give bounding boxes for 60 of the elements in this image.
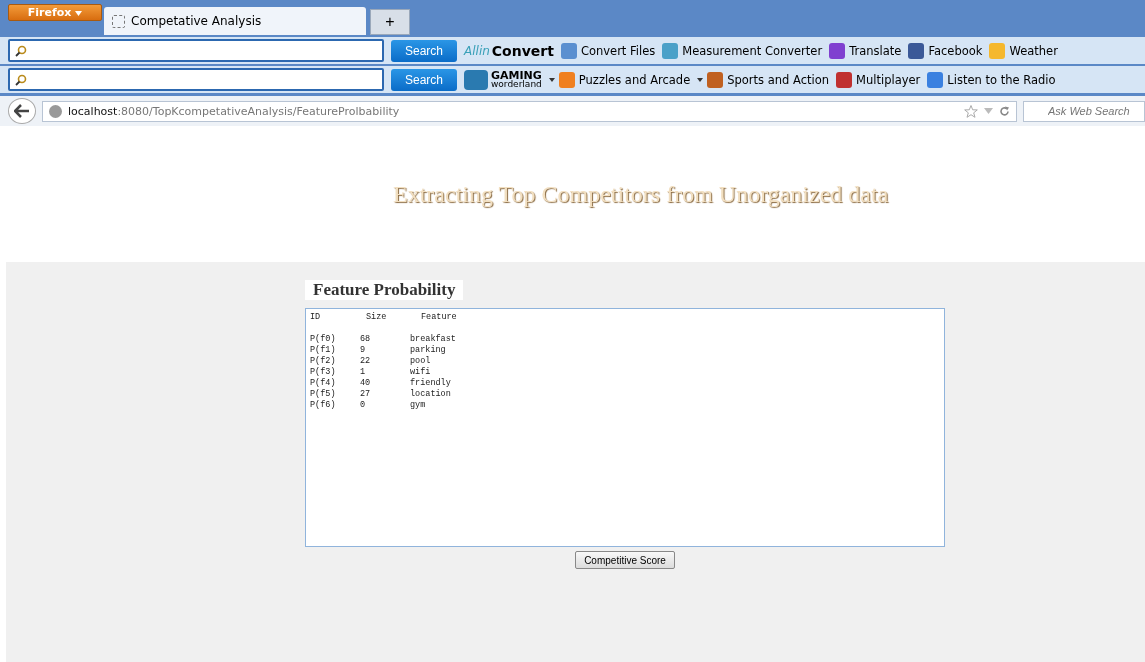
output-text-area[interactable]: ID Size Feature P(f0) 68 breakfast P(f1) 9 parking P(f2) 22 pool P(f3) 1 wifi P(f4) 40 friendly P(f5) 27 location P(f6) 0 gym (305, 308, 945, 547)
toolbar-logo[interactable]: Allin Convert (464, 42, 554, 59)
output-cell-text: P(f6) (310, 400, 337, 411)
toolbar-item[interactable]: Puzzles and Arcade (548, 71, 691, 88)
star-icon[interactable] (964, 104, 978, 118)
caret-icon (75, 11, 83, 16)
search-button[interactable]: Search (391, 39, 457, 62)
output-cell-text: P(f1) (310, 345, 337, 356)
output-cell-text: 27 (360, 389, 372, 400)
back-arrow-icon (14, 104, 30, 118)
output-cell-text: friendly (410, 378, 452, 389)
output-cell-text: gym (410, 400, 427, 411)
search-icon (14, 44, 28, 57)
new-tab-button[interactable]: + (370, 9, 410, 35)
output-cell-text: location (410, 389, 452, 400)
tab-title: Competative Analysis (131, 14, 262, 28)
toolbar-item[interactable]: Listen to the Radio (927, 71, 1056, 88)
competitive-score-button[interactable]: Competitive Score (575, 551, 675, 569)
search-button[interactable]: Search (391, 68, 457, 91)
section-title: Feature Probability (305, 280, 464, 300)
column-header: Feature (421, 312, 458, 323)
toolbar-item[interactable]: Translate (829, 42, 902, 59)
page-icon (112, 14, 125, 28)
column-header: Size (365, 312, 388, 323)
back-button[interactable] (8, 98, 36, 124)
output-cell-text: parking (410, 345, 447, 356)
output-cell-text: 9 (360, 345, 367, 356)
toolbar-item[interactable]: Facebook (908, 42, 983, 59)
output-cell-text: P(f5) (310, 389, 337, 400)
output-cell-text: 22 (360, 356, 372, 367)
caret-icon (548, 77, 555, 82)
globe-icon (49, 104, 62, 118)
toolbar-item[interactable]: Measurement Converter (662, 42, 823, 59)
output-cell-text: wifi (410, 367, 432, 378)
web-search-field[interactable]: Ask Web Search (1023, 100, 1145, 122)
page-title: Extracting Top Competitors from Unorganized data (393, 180, 889, 208)
browser-tab[interactable]: Competative Analysis (104, 7, 366, 35)
url-text: localhost:8080/TopKcompetativeAnalysis/FeatureProlbability (68, 104, 400, 118)
reload-icon[interactable] (999, 105, 1010, 117)
output-cell-text: 40 (360, 378, 372, 389)
output-cell-text: P(f4) (310, 378, 337, 389)
search-field[interactable] (8, 39, 384, 62)
toolbar-item[interactable]: Sports and Action (697, 71, 830, 88)
output-cell-text: pool (410, 356, 432, 367)
output-cell-text: breakfast (410, 334, 457, 345)
search-field[interactable] (8, 68, 384, 91)
search-icon (14, 73, 28, 86)
toolbar-item[interactable]: Weather (989, 42, 1058, 59)
output-cell-text: 68 (360, 334, 372, 345)
address-bar[interactable]: localhost:8080/TopKcompetativeAnalysis/FeatureProlbability (42, 100, 1017, 122)
output-cell-text: P(f3) (310, 367, 337, 378)
output-cell-text: P(f2) (310, 356, 337, 367)
toolbar-item[interactable]: Convert Files (560, 42, 656, 59)
toolbar-item[interactable]: Multiplayer (836, 71, 921, 88)
output-cell-text: 0 (360, 400, 367, 411)
column-header: ID (310, 312, 322, 323)
caret-icon (697, 77, 704, 82)
output-cell-text: 1 (360, 367, 367, 378)
toolbar-logo[interactable]: GAMING worderland (464, 69, 542, 90)
output-cell-text: P(f0) (310, 334, 337, 345)
